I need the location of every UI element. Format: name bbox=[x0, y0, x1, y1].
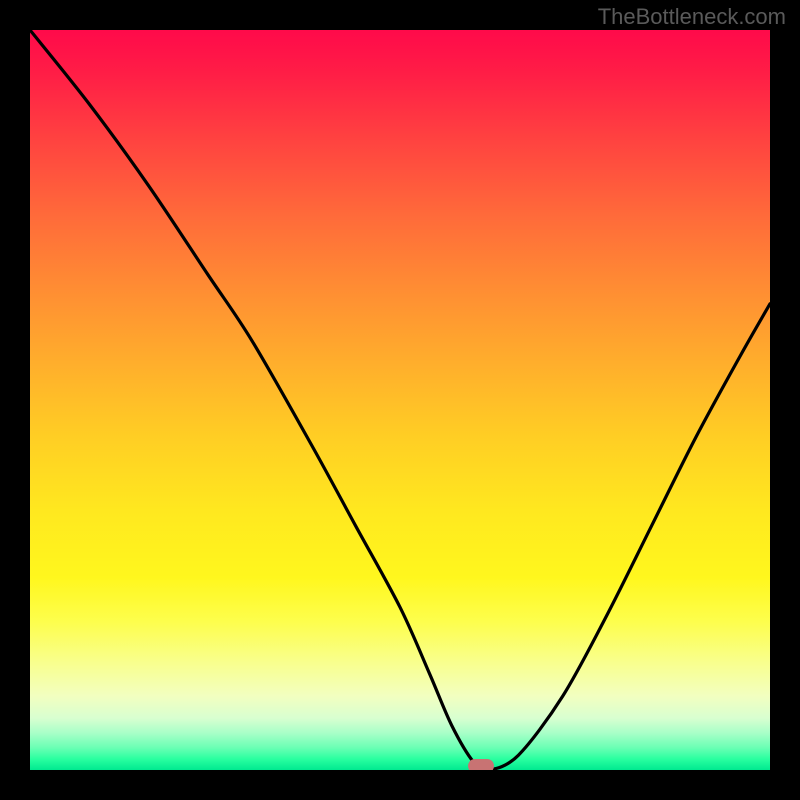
bottleneck-curve bbox=[30, 30, 770, 770]
chart-curve-svg bbox=[30, 30, 770, 770]
optimal-point-marker bbox=[468, 759, 494, 770]
chart-plot-area bbox=[30, 30, 770, 770]
watermark-text: TheBottleneck.com bbox=[598, 4, 786, 30]
